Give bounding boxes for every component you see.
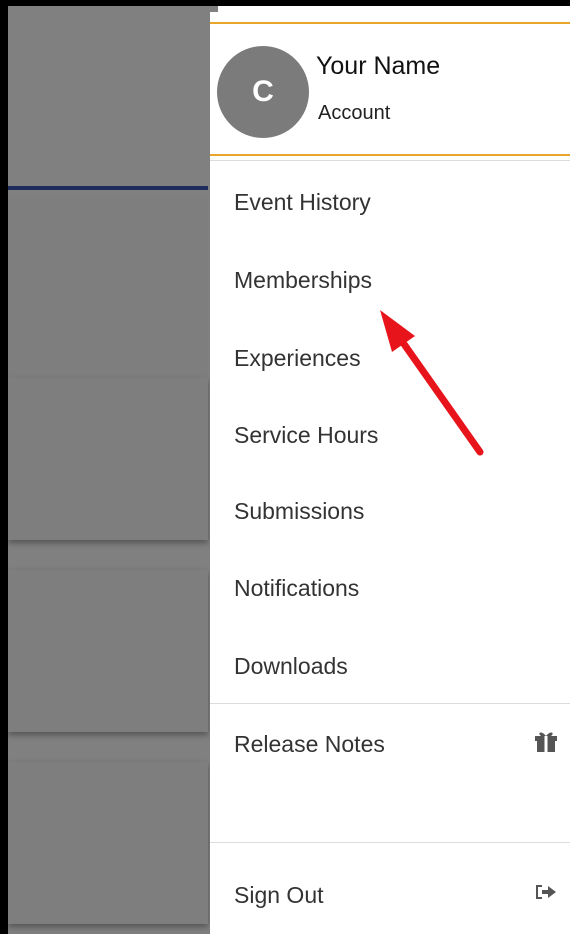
menu-item-service-hours[interactable]: Service Hours [210,397,570,473]
gift-icon [534,730,558,758]
backdrop-card [8,196,208,376]
menu-item-experiences[interactable]: Experiences [210,320,570,396]
profile-header[interactable]: C Your Name Account [210,22,570,156]
menu-item-label: Notifications [234,574,360,601]
divider [210,842,570,843]
backdrop-card [8,570,208,732]
menu-item-submissions[interactable]: Submissions [210,473,570,549]
backdrop-card [8,762,208,924]
sign-out-icon [534,882,558,908]
menu-item-label: Sign Out [234,881,324,908]
backdrop-card [8,378,208,540]
dimmed-page-backdrop[interactable] [8,6,218,934]
menu-item-label: Event History [234,188,371,215]
menu-item-memberships[interactable]: Memberships [210,242,570,318]
screenshot-frame: C Your Name Account Event History Member… [0,0,570,934]
menu-item-label: Release Notes [234,730,385,757]
divider [210,703,570,704]
menu-item-downloads[interactable]: Downloads [210,628,570,704]
menu-item-label: Downloads [234,652,348,679]
menu-item-label: Experiences [234,344,361,371]
divider [210,160,570,161]
avatar: C [217,46,309,138]
account-drawer: C Your Name Account Event History Member… [210,12,570,934]
menu-item-sign-out[interactable]: Sign Out [210,857,570,933]
menu-item-label: Service Hours [234,421,379,448]
profile-name: Your Name [316,52,441,80]
profile-account-label: Account [318,102,391,124]
menu-item-event-history[interactable]: Event History [210,164,570,240]
menu-item-label: Submissions [234,497,365,524]
backdrop-nav-bar [8,186,208,190]
menu-item-release-notes[interactable]: Release Notes [210,706,570,782]
menu-item-label: Memberships [234,266,373,293]
menu-item-notifications[interactable]: Notifications [210,550,570,626]
